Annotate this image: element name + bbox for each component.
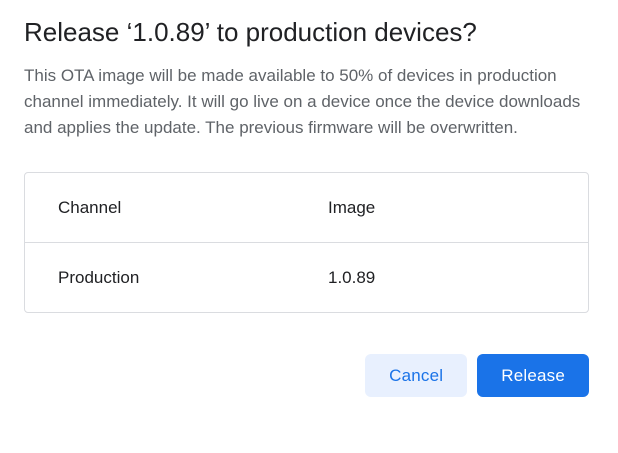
release-table: Channel Image Production 1.0.89 xyxy=(24,172,589,313)
cell-channel-value: Production xyxy=(25,268,295,288)
column-header-channel: Channel xyxy=(25,198,295,218)
dialog-title: Release ‘1.0.89’ to production devices? xyxy=(24,0,589,49)
cell-image-value: 1.0.89 xyxy=(295,268,588,288)
dialog-actions: Cancel Release xyxy=(24,354,589,397)
release-confirmation-dialog: Release ‘1.0.89’ to production devices? … xyxy=(0,0,618,453)
cancel-button[interactable]: Cancel xyxy=(365,354,467,397)
dialog-description: This OTA image will be made available to… xyxy=(24,63,586,141)
table-header-row: Channel Image xyxy=(25,173,588,243)
release-button[interactable]: Release xyxy=(477,354,589,397)
column-header-image: Image xyxy=(295,198,588,218)
table-row: Production 1.0.89 xyxy=(25,243,588,312)
